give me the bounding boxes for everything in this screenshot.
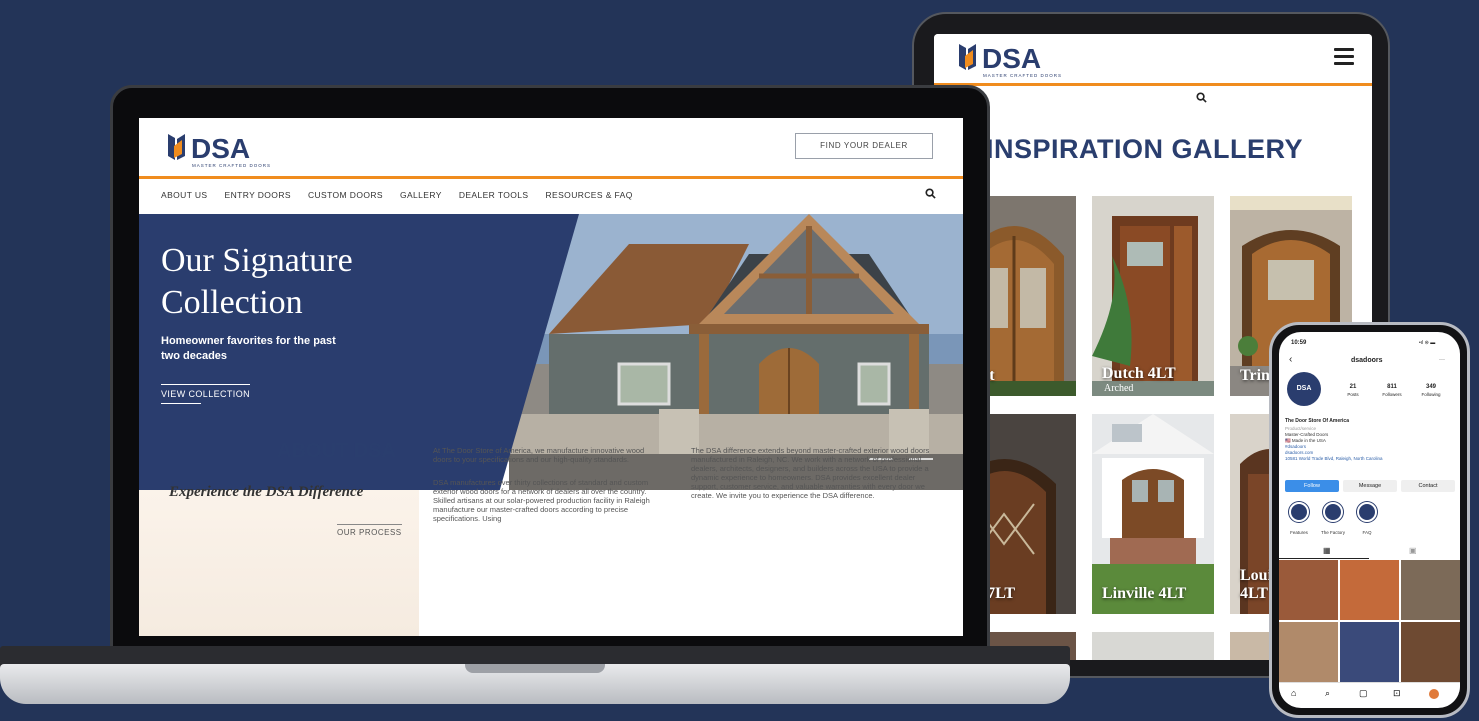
profile-tab-icon[interactable] xyxy=(1429,689,1439,699)
stat-posts-value: 21 xyxy=(1349,384,1357,390)
back-arrow-icon[interactable]: ‹ xyxy=(1289,354,1292,365)
stat-posts-label: Posts xyxy=(1347,392,1359,397)
post-thumbnail[interactable] xyxy=(1279,622,1338,682)
profile-avatar[interactable]: DSA xyxy=(1287,372,1321,406)
more-options-icon[interactable]: ··· xyxy=(1439,357,1445,363)
laptop-opening-notch xyxy=(465,664,605,673)
gallery-tile[interactable] xyxy=(1092,632,1214,660)
bottom-tab-bar: ⌂ ⌕ ▢ ⊡ xyxy=(1279,682,1460,706)
tile-caption: Dutch 4LT xyxy=(1102,365,1176,382)
gallery-title: INSPIRATION GALLERY xyxy=(986,134,1304,164)
gallery-tile[interactable]: Linville 4LT xyxy=(1092,414,1214,614)
laptop-device: DSA MASTER CRAFTED DOORS FIND YOUR DEALE… xyxy=(110,85,990,677)
nav-entry-doors[interactable]: ENTRY DOORS xyxy=(225,190,291,200)
tile-caption: Linville 4LT xyxy=(1102,585,1187,602)
phone-device: 10:59 •ıl ⊜ ▬ ‹ dsadoors ··· DSA 21 Post… xyxy=(1269,322,1470,718)
tile-caption: Loui xyxy=(1240,567,1273,584)
stat-following-label: Following xyxy=(1421,392,1441,397)
tagged-posts-icon[interactable]: ▣ xyxy=(1409,546,1417,555)
highlight-factory-icon[interactable] xyxy=(1323,502,1343,522)
hero-title-line: Our Signature xyxy=(161,242,353,279)
find-dealer-button[interactable]: FIND YOUR DEALER xyxy=(795,133,933,159)
tile-subcaption: Arched xyxy=(1104,383,1134,394)
status-icons: •ıl ⊜ ▬ xyxy=(1419,340,1436,346)
bio-address-link[interactable]: 10581 World Trade Blvd, Raleigh, North C… xyxy=(1285,456,1455,462)
tablet-header: DSA MASTER CRAFTED DOORS xyxy=(934,34,1372,86)
tile-caption-2: 4LT xyxy=(1240,585,1268,602)
nav-dealer-tools[interactable]: DEALER TOOLS xyxy=(459,190,529,200)
nav-about-us[interactable]: ABOUT US xyxy=(161,190,208,200)
post-thumbnail[interactable] xyxy=(1340,622,1399,682)
reels-icon[interactable]: ▢ xyxy=(1359,688,1368,699)
logo-tagline: MASTER CRAFTED DOORS xyxy=(192,163,271,168)
nav-custom-doors[interactable]: CUSTOM DOORS xyxy=(308,190,383,200)
search-icon[interactable] xyxy=(1196,92,1207,106)
dsa-logo[interactable]: DSA MASTER CRAFTED DOORS xyxy=(165,128,305,175)
status-time: 10:59 xyxy=(1291,340,1307,346)
phone-screen: 10:59 •ıl ⊜ ▬ ‹ dsadoors ··· DSA 21 Post… xyxy=(1279,332,1460,708)
main-nav: ABOUT US ENTRY DOORS CUSTOM DOORS GALLER… xyxy=(161,190,633,200)
shop-icon[interactable]: ⊡ xyxy=(1393,688,1401,699)
stat-followers-label: Followers xyxy=(1382,392,1402,397)
bio-text: Product/service Master-Crafted Doors 🇺🇸 … xyxy=(1285,426,1455,462)
about-subtitle: Experience the DSA Difference xyxy=(169,484,364,500)
hero-subtitle: Homeowner favorites for the past two dec… xyxy=(161,335,336,362)
laptop-screen: DSA MASTER CRAFTED DOORS FIND YOUR DEALE… xyxy=(139,118,963,636)
highlight-label: The Factory xyxy=(1320,530,1345,535)
search-icon[interactable] xyxy=(925,188,936,202)
stat-following-value: 349 xyxy=(1425,384,1436,390)
gallery-tile[interactable]: Dutch 4LT Arched xyxy=(1092,196,1214,396)
post-thumbnail[interactable] xyxy=(1401,622,1460,682)
home-icon[interactable]: ⌂ xyxy=(1291,688,1296,698)
logo-text: DSA xyxy=(982,43,1041,74)
highlight-label: Features xyxy=(1290,530,1308,535)
tile-caption: Trin xyxy=(1240,367,1270,384)
view-collection-link[interactable]: VIEW COLLECTION xyxy=(161,384,251,404)
post-thumbnail[interactable] xyxy=(1340,560,1399,620)
about-column-2: The DSA difference extends beyond master… xyxy=(691,446,931,500)
laptop-base xyxy=(0,664,1070,704)
about-column-1: At The Door Store of America, we manufac… xyxy=(433,446,659,523)
highlight-features-icon[interactable] xyxy=(1289,502,1309,522)
dsa-logo[interactable]: DSA MASTER CRAFTED DOORS xyxy=(956,38,1096,85)
logo-tagline: MASTER CRAFTED DOORS xyxy=(983,73,1062,78)
message-button[interactable]: Message xyxy=(1343,480,1397,492)
about-title: ABOUT DSA xyxy=(277,440,396,462)
post-thumbnail[interactable] xyxy=(1279,560,1338,620)
highlight-label: FAQ xyxy=(1362,530,1372,535)
bio-name: The Door Store Of America xyxy=(1285,418,1349,424)
search-icon[interactable]: ⌕ xyxy=(1325,688,1330,699)
hero-title-line: Collection xyxy=(161,284,303,321)
about-heading-panel xyxy=(139,490,419,636)
active-tab-indicator xyxy=(1279,558,1369,559)
follow-button[interactable]: Follow xyxy=(1285,480,1339,492)
stat-followers-value: 811 xyxy=(1387,384,1397,390)
about-paragraph: At The Door Store of America, we manufac… xyxy=(433,446,645,464)
promo-stage: DSA MASTER CRAFTED DOORS INSPIRATION GAL… xyxy=(0,0,1479,721)
nav-gallery[interactable]: GALLERY xyxy=(400,190,442,200)
nav-resources-faq[interactable]: RESOURCES & FAQ xyxy=(546,190,633,200)
post-thumbnail[interactable] xyxy=(1401,560,1460,620)
about-paragraph: The DSA difference extends beyond master… xyxy=(691,446,930,500)
header-divider xyxy=(139,176,963,179)
our-process-link[interactable]: OUR PROCESS xyxy=(337,524,402,537)
about-paragraph: DSA manufactures over thirty collections… xyxy=(433,478,650,523)
contact-button[interactable]: Contact xyxy=(1401,480,1455,492)
hamburger-menu-icon[interactable] xyxy=(1334,48,1354,65)
grid-view-icon[interactable]: ▦ xyxy=(1323,546,1331,555)
hero-title: Our Signature Collection xyxy=(161,240,353,324)
highlight-faq-icon[interactable] xyxy=(1357,502,1377,522)
profile-username: dsadoors xyxy=(1351,357,1383,364)
logo-text: DSA xyxy=(191,133,250,164)
